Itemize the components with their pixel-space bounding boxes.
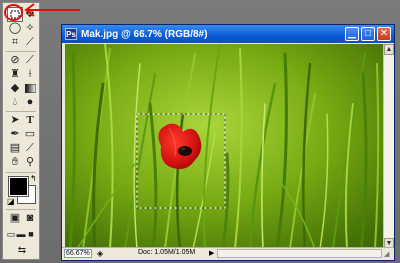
- close-icon: ✕: [379, 28, 389, 39]
- document-window: Ps Mak.jpg @ 66.7% (RGB/8#) ▁ □ ✕ ▲ ▼ 66…: [61, 24, 395, 261]
- notes-icon: ▤: [9, 142, 21, 154]
- image-canvas[interactable]: [65, 44, 383, 249]
- quick-mask-icon: ◙: [26, 212, 34, 224]
- slice-tool[interactable]: ⟋: [23, 36, 37, 49]
- status-info-icon[interactable]: ◈: [97, 249, 103, 258]
- slice-icon: ⟋: [26, 36, 34, 48]
- minimize-icon: ▁: [348, 28, 356, 39]
- scroll-up-button[interactable]: ▲: [384, 44, 394, 55]
- grass-poppy-image: [65, 44, 383, 249]
- type-icon: T: [26, 114, 34, 126]
- hand-icon: ✋︎: [11, 156, 19, 168]
- healing-brush-tool[interactable]: ⊘: [8, 54, 22, 67]
- history-brush-icon: ⟊: [28, 68, 32, 80]
- app-icon-label: Ps: [66, 29, 76, 39]
- lasso-icon: ◯: [8, 22, 22, 34]
- eyedropper-icon: ⟋: [26, 142, 34, 154]
- standard-mode-button[interactable]: ▣: [8, 212, 22, 225]
- dodge-icon: ●: [26, 96, 34, 108]
- toolbox-divider: [6, 172, 36, 173]
- brush-icon: ⟋: [26, 54, 34, 66]
- maximize-icon: □: [364, 28, 372, 39]
- brush-tool[interactable]: ⟋: [23, 54, 37, 67]
- arrow-down-icon: ▼: [385, 240, 393, 247]
- screen-mode-full[interactable]: ■: [26, 228, 36, 241]
- toolbox-divider: [6, 51, 36, 52]
- document-titlebar[interactable]: Ps Mak.jpg @ 66.7% (RGB/8#) ▁ □ ✕: [62, 25, 394, 43]
- gradient-tool[interactable]: [23, 82, 37, 95]
- zoom-tool[interactable]: ⚲: [23, 156, 37, 169]
- toolbox-panel: ✥ ◯ ✧ ⌗ ⟋ ⊘ ⟋ ♜ ⟊ ◆ 💧︎ ● ➤ T ✒ ▭ ▤ ⟋ ✋︎ …: [2, 2, 40, 260]
- hand-tool[interactable]: ✋︎: [8, 156, 22, 169]
- magic-wand-tool[interactable]: ✧: [23, 22, 37, 35]
- horizontal-scrollbar[interactable]: [217, 249, 382, 258]
- minimize-button[interactable]: ▁: [345, 27, 359, 41]
- type-tool[interactable]: T: [23, 114, 37, 127]
- drop-icon: 💧︎: [12, 96, 18, 108]
- zoom-field[interactable]: 66.67%: [64, 249, 92, 258]
- clone-stamp-tool[interactable]: ♜: [8, 68, 22, 81]
- screen-mode-icon: ▬: [16, 229, 26, 239]
- bandage-icon: ⊘: [10, 54, 20, 66]
- toolbox-divider: [6, 209, 36, 210]
- eyedropper-tool[interactable]: ⟋: [23, 142, 37, 155]
- status-menu-arrow-icon[interactable]: ▶: [209, 249, 214, 257]
- zoom-icon: ⚲: [25, 156, 35, 168]
- vertical-scrollbar[interactable]: ▲ ▼: [383, 44, 394, 249]
- photoshop-document-icon: Ps: [65, 28, 77, 40]
- rectangle-tool[interactable]: ▭: [23, 128, 37, 141]
- standard-mode-icon: ▣: [9, 212, 21, 224]
- screen-mode-menubar[interactable]: ▬: [16, 228, 26, 241]
- blur-tool[interactable]: 💧︎: [8, 96, 22, 109]
- default-colors-icon[interactable]: ◪: [7, 198, 15, 206]
- document-title: Mak.jpg @ 66.7% (RGB/8#): [81, 28, 208, 40]
- close-button[interactable]: ✕: [377, 27, 391, 41]
- imageready-icon: ⇆: [17, 244, 27, 256]
- eraser-tool[interactable]: ◆: [8, 82, 22, 95]
- quick-mask-button[interactable]: ◙: [23, 212, 37, 225]
- magic-wand-icon: ✧: [25, 22, 35, 34]
- pen-tool[interactable]: ✒: [8, 128, 22, 141]
- annotation-circle: [4, 4, 23, 21]
- toolbox-divider: [6, 111, 36, 112]
- crop-tool[interactable]: ⌗: [8, 36, 22, 49]
- stamp-icon: ♜: [10, 68, 20, 80]
- status-bar: 66.67% ◈ Doc: 1.05M/1.05M ▶ ◢: [62, 247, 394, 260]
- screen-mode-standard[interactable]: ▭: [6, 228, 16, 241]
- crop-icon: ⌗: [11, 36, 19, 48]
- pen-icon: ✒: [10, 128, 20, 140]
- rectangle-icon: ▭: [24, 128, 36, 140]
- arrow-icon: ➤: [10, 114, 20, 126]
- document-size-info: Doc: 1.05M/1.05M: [138, 249, 196, 256]
- history-brush-tool[interactable]: ⟊: [23, 68, 37, 81]
- dodge-tool[interactable]: ●: [23, 96, 37, 109]
- jump-to-imageready-button[interactable]: ⇆: [12, 244, 32, 257]
- window-controls: ▁ □ ✕: [345, 27, 391, 41]
- arrow-up-icon: ▲: [385, 46, 393, 53]
- lasso-tool[interactable]: ◯: [8, 22, 22, 35]
- path-selection-tool[interactable]: ➤: [8, 114, 22, 127]
- swap-colors-icon[interactable]: ↰: [30, 175, 37, 183]
- maximize-button[interactable]: □: [361, 27, 375, 41]
- eraser-icon: ◆: [10, 82, 20, 94]
- foreground-color-swatch[interactable]: [8, 176, 29, 197]
- screen-mode-icon: ▭: [6, 229, 16, 239]
- notes-tool[interactable]: ▤: [8, 142, 22, 155]
- screen-mode-icon: ■: [28, 229, 34, 239]
- gradient-icon: [24, 84, 36, 93]
- resize-grip-icon[interactable]: ◢: [384, 250, 393, 259]
- annotation-arrow-icon: [24, 3, 80, 17]
